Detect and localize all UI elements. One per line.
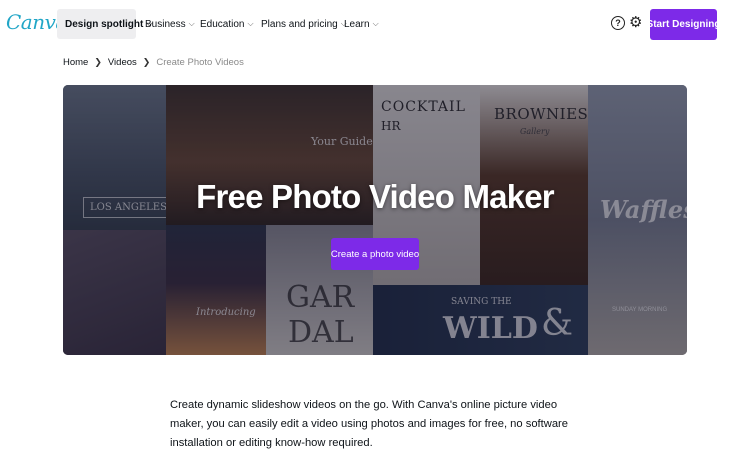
page-description: Create dynamic slideshow videos on the g… — [170, 399, 569, 449]
settings-gear-icon[interactable]: ⚙ — [629, 14, 642, 32]
chevron-right-icon: ❯ — [94, 57, 102, 67]
help-icon[interactable]: ? — [611, 16, 625, 30]
hero-overlay — [63, 85, 687, 355]
nav-label: Design spotlight — [65, 18, 144, 30]
nav-learn[interactable]: Learn ⌵ — [336, 9, 387, 39]
breadcrumb-current: Create Photo Videos — [156, 57, 244, 68]
nav-education[interactable]: Education ⌵ — [192, 9, 262, 39]
nav-label: Plans and pricing — [261, 18, 338, 30]
breadcrumb: Home ❯ Videos ❯ Create Photo Videos — [63, 57, 244, 68]
chevron-right-icon: ❯ — [142, 57, 151, 67]
hero-banner: LOS ANGELES Your Guide Introducing GAR D… — [63, 85, 687, 355]
nav-design-spotlight[interactable]: Design spotlight ⌵ — [57, 9, 152, 39]
hero-title: Free Photo Video Maker — [196, 178, 555, 215]
create-photo-video-button[interactable]: Create a photo video — [331, 238, 419, 270]
start-designing-button[interactable]: Start Designing — [647, 9, 720, 40]
breadcrumb-videos[interactable]: Videos — [108, 57, 137, 68]
chevron-down-icon: ⌵ — [372, 19, 379, 28]
top-nav: Canva Design spotlight ⌵ Business ⌵ Educat… — [0, 0, 750, 48]
breadcrumb-home[interactable]: Home — [63, 57, 88, 68]
nav-label: Education — [200, 18, 245, 30]
nav-label: Learn — [344, 18, 370, 30]
nav-label: Business — [145, 18, 186, 30]
